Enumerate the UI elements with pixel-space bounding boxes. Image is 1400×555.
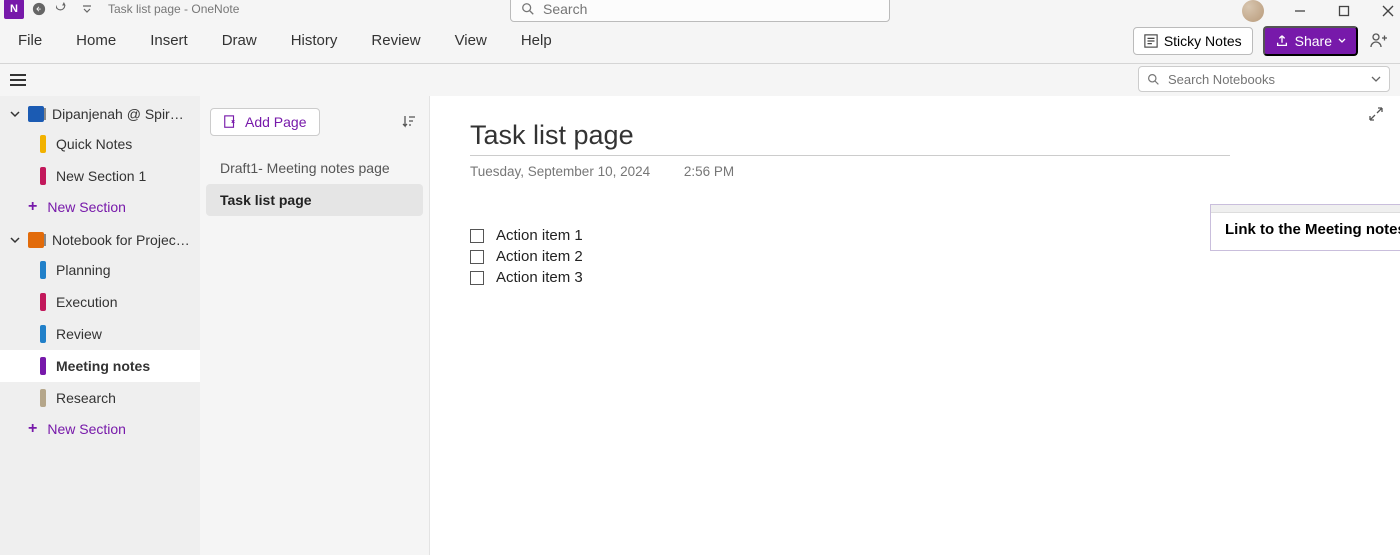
menu-history[interactable]: History [281, 26, 348, 55]
checkbox-icon[interactable] [470, 229, 484, 243]
title-bar: N Task list page - OneNote [0, 0, 1400, 18]
section-item[interactable]: New Section 1 [0, 160, 200, 192]
page-canvas[interactable]: Task list page Tuesday, September 10, 20… [430, 96, 1400, 555]
menu-file[interactable]: File [8, 26, 52, 55]
sort-icon [401, 114, 417, 130]
section-label: Planning [56, 262, 111, 278]
notebook-item[interactable]: Notebook for Project A [0, 226, 200, 254]
menu-home[interactable]: Home [66, 26, 126, 55]
page-item-selected[interactable]: Task list page [206, 184, 423, 216]
add-page-label: Add Page [245, 114, 307, 130]
action-item-label: Action item 2 [496, 248, 583, 265]
onenote-logo-icon: N [4, 0, 24, 19]
menu-help[interactable]: Help [511, 26, 562, 55]
section-color-icon [40, 389, 46, 407]
section-item-selected[interactable]: Meeting notes [0, 350, 200, 382]
global-search-input[interactable] [543, 1, 879, 17]
new-section-label: New Section [47, 199, 126, 215]
menu-bar: File Home Insert Draw History Review Vie… [0, 18, 1400, 64]
page-time: 2:56 PM [684, 164, 734, 179]
maximize-button[interactable] [1336, 3, 1352, 19]
sticky-notes-button[interactable]: Sticky Notes [1133, 27, 1253, 55]
notebook-icon [28, 232, 44, 248]
section-item[interactable]: Execution [0, 286, 200, 318]
menu-draw[interactable]: Draw [212, 26, 267, 55]
page-title[interactable]: Task list page [470, 120, 1230, 156]
add-page-button[interactable]: Add Page [210, 108, 320, 136]
chevron-down-icon [1338, 37, 1346, 45]
section-color-icon [40, 293, 46, 311]
chevron-down-icon[interactable] [1371, 74, 1381, 84]
secondary-bar [0, 64, 1400, 96]
back-button[interactable] [30, 0, 48, 18]
section-color-icon [40, 135, 46, 153]
section-color-icon [40, 325, 46, 343]
expand-button[interactable] [1368, 106, 1384, 127]
plus-icon: + [28, 421, 37, 437]
window-title: Task list page - OneNote [108, 2, 239, 16]
note-container-handle[interactable]: • • • • [1211, 205, 1400, 213]
notebook-icon [28, 106, 44, 122]
section-label: Quick Notes [56, 136, 132, 152]
section-item[interactable]: Quick Notes [0, 128, 200, 160]
action-item-label: Action item 1 [496, 227, 583, 244]
checkbox-icon[interactable] [470, 250, 484, 264]
notebook-item[interactable]: Dipanjenah @ Spiral... [0, 100, 200, 128]
chevron-down-icon [10, 109, 20, 119]
section-label: Review [56, 326, 102, 342]
main-area: Dipanjenah @ Spiral... Quick Notes New S… [0, 96, 1400, 555]
page-date: Tuesday, September 10, 2024 [470, 164, 650, 179]
join-meeting-icon[interactable] [1368, 30, 1390, 52]
chevron-down-icon [10, 235, 20, 245]
plus-icon: + [28, 199, 37, 215]
section-item[interactable]: Planning [0, 254, 200, 286]
notebook-search[interactable] [1138, 66, 1390, 92]
minimize-button[interactable] [1292, 3, 1308, 19]
link-prefix: Link to the Meeting notes page: [1225, 221, 1400, 238]
share-label: Share [1295, 33, 1332, 49]
page-list-panel: Add Page Draft1- Meeting notes page Task… [200, 96, 430, 555]
section-label: Research [56, 390, 116, 406]
quick-access-dropdown[interactable] [78, 0, 96, 18]
new-section-label: New Section [47, 421, 126, 437]
notebook-name: Dipanjenah @ Spiral... [52, 106, 190, 122]
new-section-button[interactable]: + New Section [0, 192, 200, 222]
section-color-icon [40, 357, 46, 375]
sticky-note-icon [1144, 34, 1158, 48]
section-label: Meeting notes [56, 358, 150, 374]
sticky-notes-label: Sticky Notes [1164, 33, 1242, 49]
close-button[interactable] [1380, 3, 1396, 19]
sort-pages-button[interactable] [399, 112, 419, 132]
note-container[interactable]: • • • • Link to the Meeting notes page: … [1210, 204, 1400, 251]
note-container-body[interactable]: Link to the Meeting notes page: Draft1- … [1211, 213, 1400, 250]
notebook-sidebar: Dipanjenah @ Spiral... Quick Notes New S… [0, 96, 200, 555]
section-color-icon [40, 167, 46, 185]
action-item[interactable]: Action item 3 [470, 269, 1360, 286]
new-section-button[interactable]: + New Section [0, 414, 200, 444]
notebook-search-input[interactable] [1168, 72, 1363, 87]
section-color-icon [40, 261, 46, 279]
section-item[interactable]: Review [0, 318, 200, 350]
section-item[interactable]: Research [0, 382, 200, 414]
page-item[interactable]: Draft1- Meeting notes page [206, 152, 423, 184]
search-icon [521, 2, 535, 16]
nav-toggle-button[interactable] [10, 70, 30, 90]
page-meta: Tuesday, September 10, 2024 2:56 PM [470, 164, 1360, 179]
section-label: New Section 1 [56, 168, 146, 184]
notebook-name: Notebook for Project A [52, 232, 190, 248]
section-label: Execution [56, 294, 117, 310]
share-icon [1275, 34, 1289, 48]
share-button[interactable]: Share [1263, 26, 1358, 56]
search-icon [1147, 73, 1160, 86]
menu-view[interactable]: View [445, 26, 497, 55]
menu-insert[interactable]: Insert [140, 26, 198, 55]
forward-button[interactable] [54, 0, 72, 18]
action-item-label: Action item 3 [496, 269, 583, 286]
add-page-icon [223, 115, 237, 129]
menu-review[interactable]: Review [361, 26, 430, 55]
checkbox-icon[interactable] [470, 271, 484, 285]
